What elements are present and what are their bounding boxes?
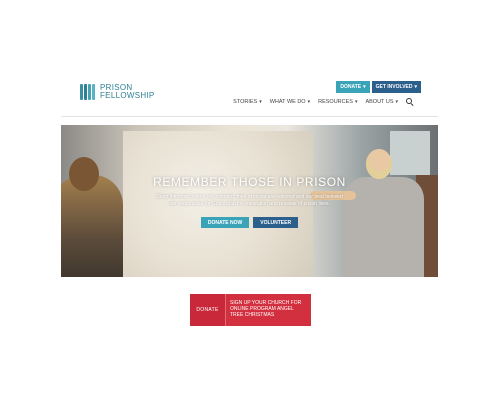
hero-banner: REMEMBER THOSE IN PRISON Deep the most b…: [61, 125, 438, 277]
chevron-down-icon: ▾: [363, 84, 366, 90]
hero-buttons: DONATE NOW VOLUNTEER: [61, 217, 438, 228]
donate-button-label: DONATE: [340, 84, 362, 90]
logo-mark-icon: [80, 84, 96, 100]
main-nav: STORIES ▾ WHAT WE DO ▾ RESOURCES ▾ ABOUT…: [233, 98, 413, 105]
logo-line-2: FELLOWSHIP: [100, 91, 155, 100]
get-involved-button-label: GET INVOLVED: [375, 84, 413, 90]
chevron-down-icon: ▾: [307, 98, 311, 105]
volunteer-button[interactable]: VOLUNTEER: [253, 217, 299, 228]
get-involved-dropdown-button[interactable]: GET INVOLVED ▾: [371, 81, 421, 93]
chevron-down-icon: ▾: [395, 98, 398, 105]
nav-item-label: RESOURCES: [318, 98, 353, 105]
nav-item-stories[interactable]: STORIES ▾: [233, 99, 262, 105]
nav-item-label: STORIES: [233, 98, 258, 105]
angel-tree-promo-banner[interactable]: DONATE SIGN UP YOUR CHURCH FOR ONLINE PR…: [190, 294, 311, 326]
donate-dropdown-button[interactable]: DONATE ▾: [336, 81, 370, 93]
hero-title: REMEMBER THOSE IN PRISON: [153, 175, 346, 189]
nav-item-what-we-do[interactable]: WHAT WE DO ▾: [270, 99, 310, 105]
search-icon[interactable]: [406, 98, 413, 105]
logo-text: PRISON FELLOWSHIP: [100, 84, 155, 100]
header-action-buttons: DONATE ▾ GET INVOLVED ▾: [336, 81, 421, 93]
nav-item-about-us[interactable]: ABOUT US ▾: [365, 99, 398, 105]
hero-background-person-right: [310, 149, 426, 277]
chevron-down-icon: ▾: [414, 84, 417, 90]
nav-item-label: ABOUT US: [365, 98, 394, 105]
nav-item-label: WHAT WE DO: [269, 98, 306, 105]
hero-subtitle: Deep the most broken are restored, men o…: [61, 194, 438, 207]
chevron-down-icon: ▾: [259, 98, 262, 105]
promo-text: SIGN UP YOUR CHURCH FOR ONLINE PROGRAM A…: [226, 294, 311, 326]
hero-subtitle-line-2: are responsible for God's plan for resto…: [169, 200, 330, 207]
nav-item-resources[interactable]: RESOURCES ▾: [318, 99, 357, 105]
donate-now-button[interactable]: DONATE NOW: [200, 217, 250, 228]
site-logo[interactable]: PRISON FELLOWSHIP: [80, 84, 155, 100]
promo-donate-label: DONATE: [190, 294, 226, 326]
header-divider: [61, 116, 438, 117]
chevron-down-icon: ▾: [354, 98, 358, 105]
